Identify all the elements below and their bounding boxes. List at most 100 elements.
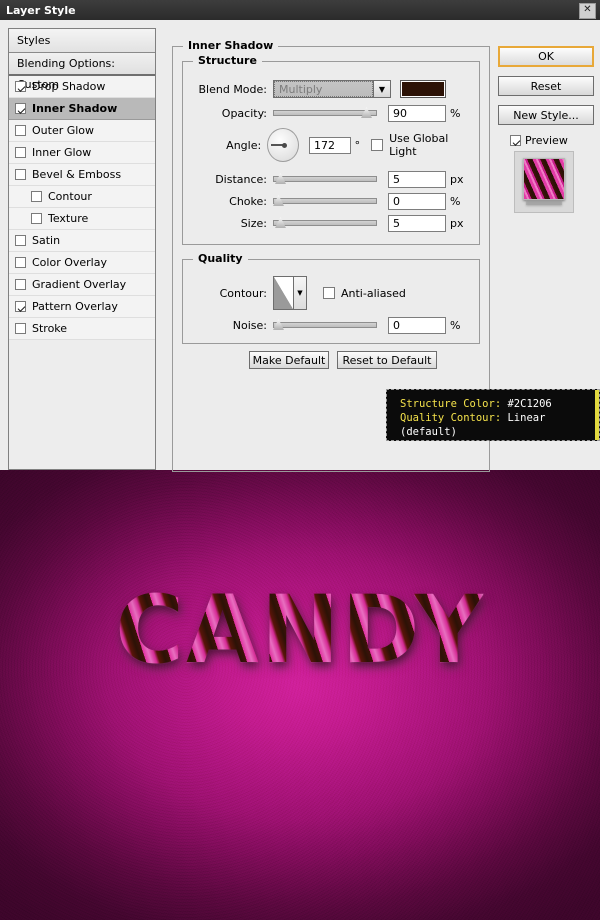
style-preview-thumbnail xyxy=(514,151,574,213)
dialog-actions: OK Reset New Style... Preview xyxy=(498,46,594,213)
size-slider-track xyxy=(273,220,377,226)
style-item-checkbox[interactable] xyxy=(15,257,26,268)
opacity-label: Opacity: xyxy=(221,106,267,120)
contour-label: Contour: xyxy=(219,286,267,300)
preview-swatch xyxy=(524,159,564,199)
choke-label: Choke: xyxy=(229,194,267,208)
contour-curve-icon[interactable]: ▼ xyxy=(273,276,307,310)
style-item-contour[interactable]: Contour xyxy=(9,186,155,208)
candy-text-artwork: CANDY xyxy=(0,584,600,678)
style-item-inner-shadow[interactable]: Inner Shadow xyxy=(9,98,155,120)
style-item-checkbox[interactable] xyxy=(15,125,26,136)
style-item-stroke[interactable]: Stroke xyxy=(9,318,155,340)
close-icon[interactable]: ✕ xyxy=(579,3,596,19)
shadow-color-swatch[interactable] xyxy=(400,80,446,98)
styles-header[interactable]: Styles xyxy=(9,29,155,53)
style-item-checkbox[interactable] xyxy=(31,191,42,202)
opacity-slider-track xyxy=(273,110,377,116)
style-item-label: Inner Glow xyxy=(32,146,92,159)
anti-aliased-label: Anti-aliased xyxy=(341,286,406,300)
annotation-line-2-key: Quality Contour: xyxy=(400,412,502,424)
style-item-checkbox[interactable] xyxy=(15,81,26,92)
style-item-gradient-overlay[interactable]: Gradient Overlay xyxy=(9,274,155,296)
size-unit: px xyxy=(450,216,464,230)
structure-legend: Structure xyxy=(193,54,262,67)
new-style-button[interactable]: New Style... xyxy=(498,105,594,125)
anti-aliased-checkbox[interactable] xyxy=(323,287,335,299)
preview-checkbox[interactable] xyxy=(510,135,521,146)
style-item-satin[interactable]: Satin xyxy=(9,230,155,252)
opacity-input[interactable]: 90 xyxy=(388,104,446,122)
contour-preview xyxy=(274,277,293,309)
style-item-checkbox[interactable] xyxy=(15,103,26,114)
blend-mode-select[interactable]: Multiply ▼ xyxy=(273,80,391,98)
distance-label: Distance: xyxy=(215,172,267,186)
style-item-checkbox[interactable] xyxy=(15,235,26,246)
style-item-label: Pattern Overlay xyxy=(32,300,118,313)
size-label: Size: xyxy=(240,216,267,230)
distance-input[interactable]: 5 xyxy=(388,170,446,188)
structure-group: Structure Blend Mode: Multiply ▼ Opacity… xyxy=(182,54,480,245)
angle-dial-icon[interactable] xyxy=(267,128,299,162)
annotation-edge-marker xyxy=(595,390,599,440)
noise-slider[interactable] xyxy=(273,318,377,332)
noise-slider-track xyxy=(273,322,377,328)
opacity-slider[interactable] xyxy=(273,106,377,120)
style-item-checkbox[interactable] xyxy=(15,169,26,180)
style-item-color-overlay[interactable]: Color Overlay xyxy=(9,252,155,274)
style-item-label: Drop Shadow xyxy=(32,80,106,93)
ok-button[interactable]: OK xyxy=(498,46,594,67)
distance-unit: px xyxy=(450,172,464,186)
reset-button[interactable]: Reset xyxy=(498,76,594,96)
style-item-checkbox[interactable] xyxy=(15,301,26,312)
distance-slider[interactable] xyxy=(273,172,377,186)
dialog-title: Layer Style xyxy=(6,3,76,17)
style-item-checkbox[interactable] xyxy=(31,213,42,224)
choke-input[interactable]: 0 xyxy=(388,192,446,210)
preview-toggle[interactable]: Preview xyxy=(510,134,594,147)
use-global-light-label: Use Global Light xyxy=(389,132,449,158)
annotation-line-1: Structure Color: #2C1206 xyxy=(400,397,599,411)
app-root: CANDY Layer Style ✕ Styles Blending Opti… xyxy=(0,0,600,920)
blend-mode-value: Multiply xyxy=(274,81,373,97)
style-item-outer-glow[interactable]: Outer Glow xyxy=(9,120,155,142)
style-item-label: Bevel & Emboss xyxy=(32,168,122,181)
annotation-line-1-value: #2C1206 xyxy=(507,398,552,410)
blend-mode-label: Blend Mode: xyxy=(198,82,268,96)
opacity-unit: % xyxy=(450,106,461,120)
size-slider[interactable] xyxy=(273,216,377,230)
style-item-label: Stroke xyxy=(32,322,68,335)
chevron-down-icon[interactable]: ▼ xyxy=(373,81,390,97)
choke-slider-track xyxy=(273,198,377,204)
angle-knob xyxy=(282,142,288,148)
choke-slider[interactable] xyxy=(273,194,377,208)
style-item-label: Gradient Overlay xyxy=(32,278,127,291)
style-item-checkbox[interactable] xyxy=(15,147,26,158)
choke-unit: % xyxy=(450,194,461,208)
angle-unit: ° xyxy=(354,138,361,152)
document-canvas[interactable]: CANDY xyxy=(0,470,600,920)
style-item-bevel-emboss[interactable]: Bevel & Emboss xyxy=(9,164,155,186)
angle-input[interactable]: 172 xyxy=(308,136,351,154)
style-item-label: Color Overlay xyxy=(32,256,107,269)
style-item-label: Contour xyxy=(48,190,92,203)
make-default-button[interactable]: Make Default xyxy=(249,351,329,369)
annotation-line-2: Quality Contour: Linear (default) xyxy=(400,411,599,439)
style-item-inner-glow[interactable]: Inner Glow xyxy=(9,142,155,164)
style-item-texture[interactable]: Texture xyxy=(9,208,155,230)
angle-label: Angle: xyxy=(226,138,262,152)
style-item-label: Texture xyxy=(48,212,89,225)
canvas-vignette xyxy=(0,470,600,920)
style-item-checkbox[interactable] xyxy=(15,323,26,334)
style-item-pattern-overlay[interactable]: Pattern Overlay xyxy=(9,296,155,318)
reset-to-default-button[interactable]: Reset to Default xyxy=(337,351,437,369)
dialog-titlebar: Layer Style ✕ xyxy=(0,0,600,20)
styles-panel: Styles Blending Options: Custom Drop Sha… xyxy=(8,28,156,470)
use-global-light-checkbox[interactable] xyxy=(371,139,384,151)
noise-input[interactable]: 0 xyxy=(388,316,446,334)
quality-group: Quality Contour: ▼ Anti-aliased Noise: 0… xyxy=(182,252,480,344)
chevron-down-icon[interactable]: ▼ xyxy=(293,277,306,309)
style-item-checkbox[interactable] xyxy=(15,279,26,290)
size-input[interactable]: 5 xyxy=(388,214,446,232)
blending-options-item[interactable]: Blending Options: Custom xyxy=(9,53,155,91)
